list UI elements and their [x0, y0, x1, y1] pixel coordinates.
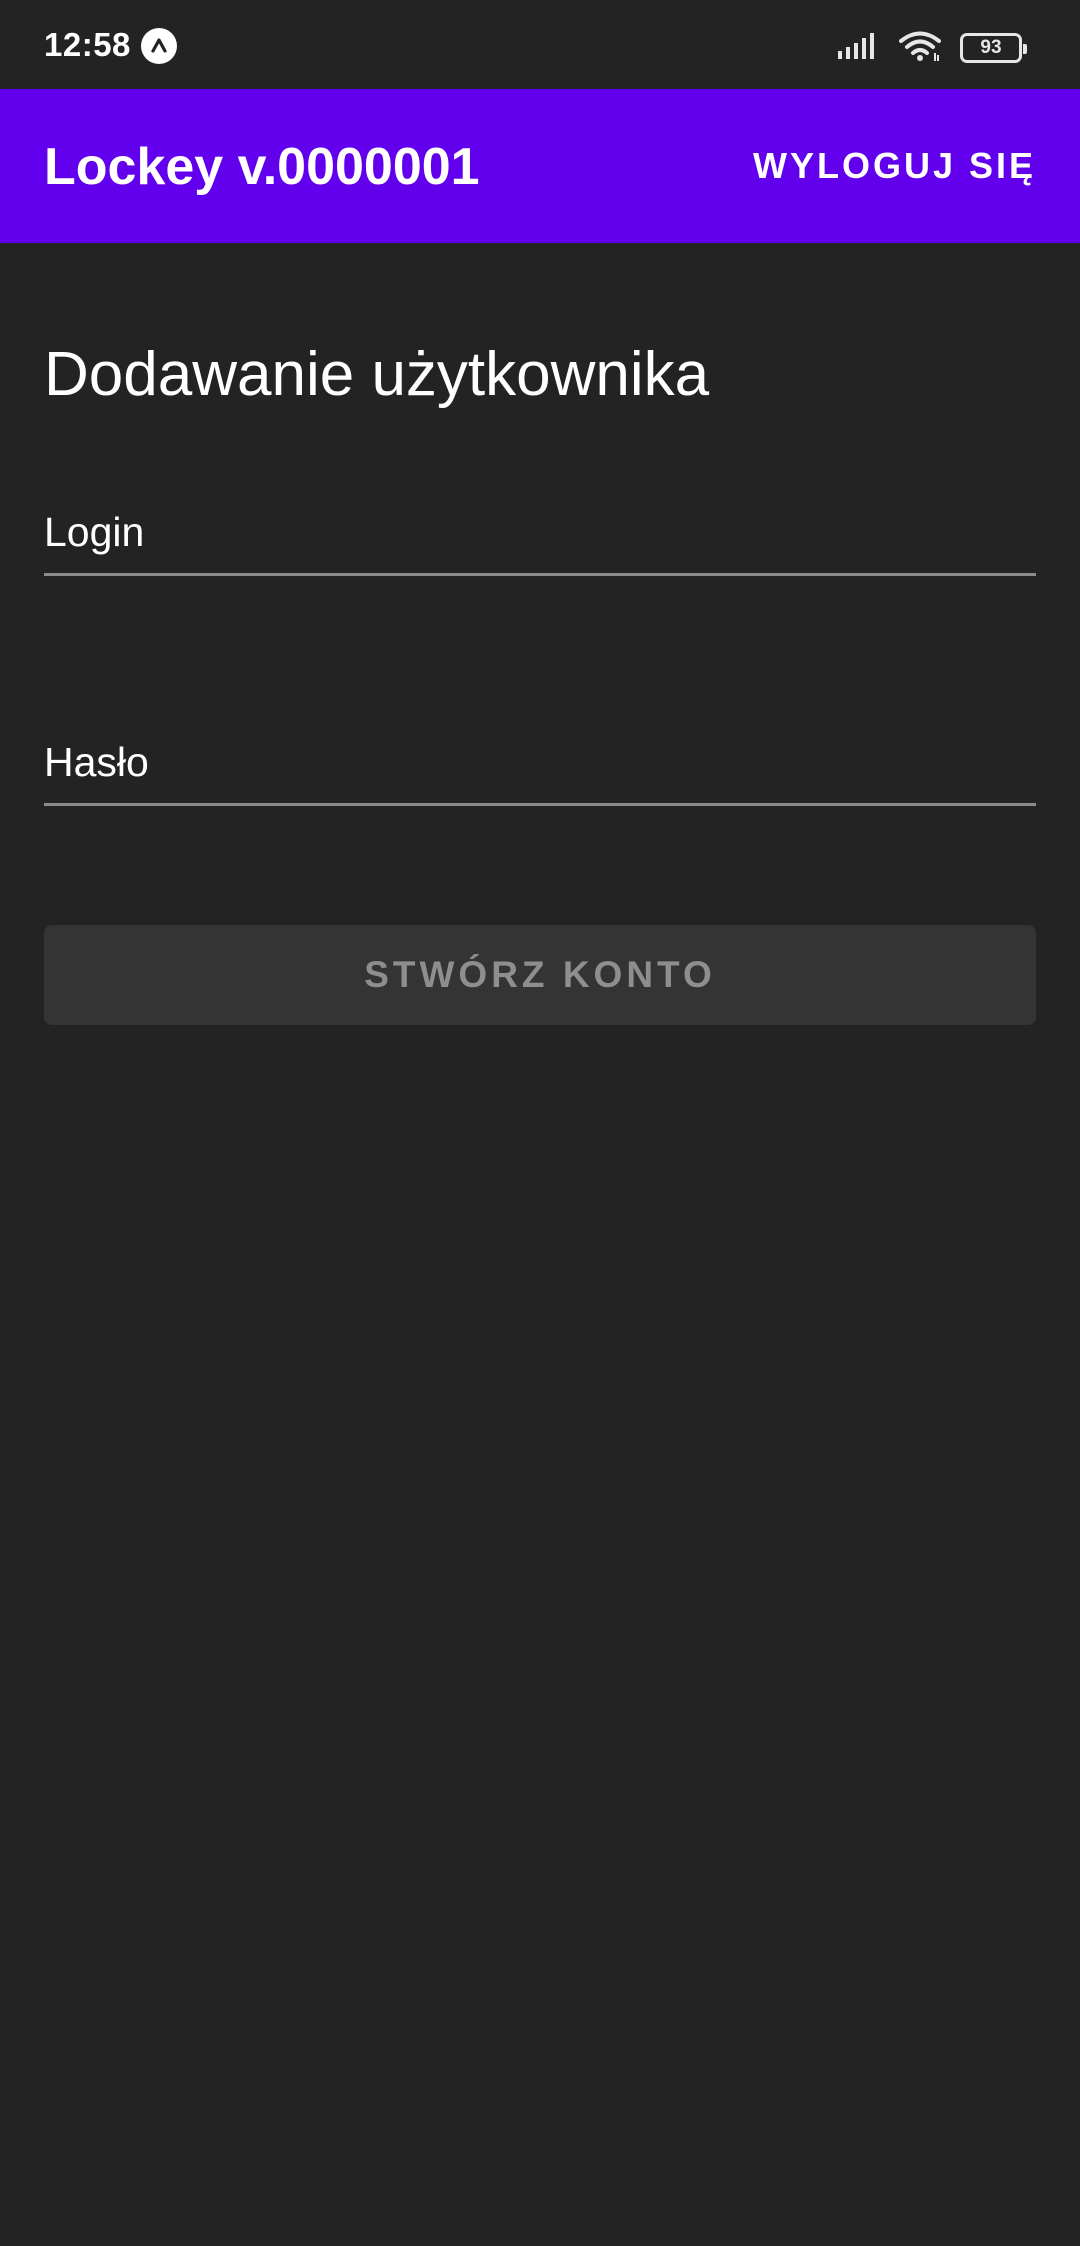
battery-level: 93	[980, 37, 1002, 58]
app-notification-icon	[141, 28, 177, 64]
password-underline	[44, 803, 1036, 806]
login-input[interactable]	[44, 496, 1036, 568]
login-underline	[44, 573, 1036, 576]
app-bar: Lockey v.0000001 WYLOGUJ SIĘ	[0, 89, 1080, 243]
logout-button[interactable]: WYLOGUJ SIĘ	[753, 145, 1036, 187]
password-field[interactable]	[44, 726, 1036, 806]
app-title: Lockey v.0000001	[44, 138, 480, 196]
create-account-button[interactable]: STWÓRZ KONTO	[44, 925, 1036, 1025]
login-field[interactable]	[44, 496, 1036, 576]
cell-signal-icon	[836, 31, 880, 66]
page-title: Dodawanie użytkownika	[44, 339, 710, 409]
wifi-icon	[898, 29, 942, 68]
status-indicators: 93	[836, 29, 1027, 68]
status-time: 12:58	[44, 26, 131, 63]
battery-icon: 93	[960, 33, 1027, 63]
password-input[interactable]	[44, 726, 1036, 798]
status-bar: 12:58 93	[0, 0, 1080, 89]
